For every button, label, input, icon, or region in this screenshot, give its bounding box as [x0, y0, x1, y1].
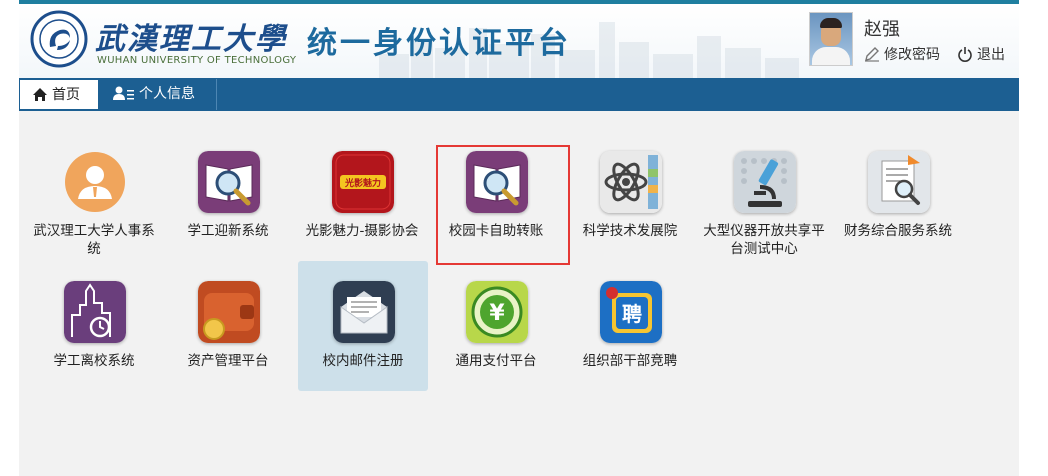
pencil-icon	[865, 47, 879, 62]
app-label: 科学技术发展院	[582, 223, 678, 239]
photo-club-badge-text: 光影魅力	[344, 177, 381, 189]
tab-home[interactable]: 首页	[19, 79, 99, 110]
page-frame: 武漢理工大學 WUHAN UNIVERSITY OF TECHNOLOGY 统一…	[19, 0, 1019, 476]
app-instrument-sharing[interactable]: 大型仪器开放共享平台测试中心	[699, 141, 829, 271]
edit-password-link[interactable]: 修改密码	[864, 44, 940, 64]
app-grid: 武汉理工大学人事系统 学工迎新系统 光影魅力 光影魅力-摄影协会 校园卡自助转账…	[19, 111, 1019, 476]
app-label: 财务综合服务系统	[844, 223, 952, 239]
university-name-en: WUHAN UNIVERSITY OF TECHNOLOGY	[97, 55, 297, 66]
app-student-leave[interactable]: 学工离校系统	[29, 271, 159, 401]
recruit-badge-text: 聘	[622, 302, 642, 326]
tab-profile-label: 个人信息	[139, 86, 195, 102]
tab-home-label: 首页	[52, 87, 80, 103]
app-student-welcome[interactable]: 学工迎新系统	[163, 141, 293, 271]
logout-link[interactable]: 退出	[957, 44, 1005, 64]
university-logo	[30, 10, 88, 68]
app-cadre-recruit[interactable]: 聘 组织部干部竞聘	[565, 271, 695, 401]
app-label: 校园卡自助转账	[448, 223, 544, 239]
app-label: 学工离校系统	[53, 353, 135, 369]
app-finance[interactable]: 财务综合服务系统	[833, 141, 963, 271]
book-magnifier-icon	[198, 151, 260, 213]
edit-password-label: 修改密码	[884, 47, 940, 63]
document-search-icon	[868, 151, 930, 213]
svg-text:¥: ¥	[489, 301, 505, 326]
app-hr-system[interactable]: 武汉理工大学人事系统	[29, 141, 159, 271]
app-mail-register[interactable]: 校内邮件注册	[298, 261, 428, 391]
app-campus-card-transfer[interactable]: 校园卡自助转账	[431, 141, 561, 271]
logout-label: 退出	[977, 47, 1005, 63]
user-name: 赵强	[864, 19, 900, 40]
app-label: 组织部干部竞聘	[582, 353, 678, 369]
app-photo-club[interactable]: 光影魅力 光影魅力-摄影协会	[297, 141, 427, 271]
wallet-icon	[198, 281, 260, 343]
user-list-icon	[113, 86, 134, 100]
app-science-tech[interactable]: 科学技术发展院	[565, 141, 695, 271]
mail-icon	[333, 281, 395, 343]
power-icon	[958, 47, 972, 62]
microscope-icon	[734, 151, 796, 213]
app-label: 光影魅力-摄影协会	[305, 223, 419, 239]
app-asset-management[interactable]: 资产管理平台	[163, 271, 293, 401]
nav-bar: 首页 个人信息	[19, 78, 1019, 111]
app-label: 通用支付平台	[455, 353, 537, 369]
header: 武漢理工大學 WUHAN UNIVERSITY OF TECHNOLOGY 统一…	[19, 4, 1019, 78]
photo-club-icon: 光影魅力	[332, 151, 394, 213]
yuan-icon: ¥	[466, 281, 528, 343]
app-label: 资产管理平台	[187, 353, 269, 369]
app-label: 大型仪器开放共享平台测试中心	[703, 223, 825, 257]
platform-title: 统一身份认证平台	[307, 26, 571, 61]
app-payment[interactable]: ¥ 通用支付平台	[431, 271, 561, 401]
app-label: 武汉理工大学人事系统	[33, 223, 155, 257]
app-label: 学工迎新系统	[187, 223, 269, 239]
city-clock-icon	[64, 281, 126, 343]
university-name-cn: 武漢理工大學	[95, 22, 287, 57]
app-label: 校内邮件注册	[322, 353, 404, 369]
atom-icon	[600, 151, 662, 213]
recruit-icon: 聘	[600, 281, 662, 343]
home-icon	[33, 88, 47, 101]
tab-profile[interactable]: 个人信息	[101, 79, 217, 110]
book-magnifier-icon	[466, 151, 528, 213]
person-icon	[65, 152, 125, 212]
avatar	[809, 12, 853, 66]
